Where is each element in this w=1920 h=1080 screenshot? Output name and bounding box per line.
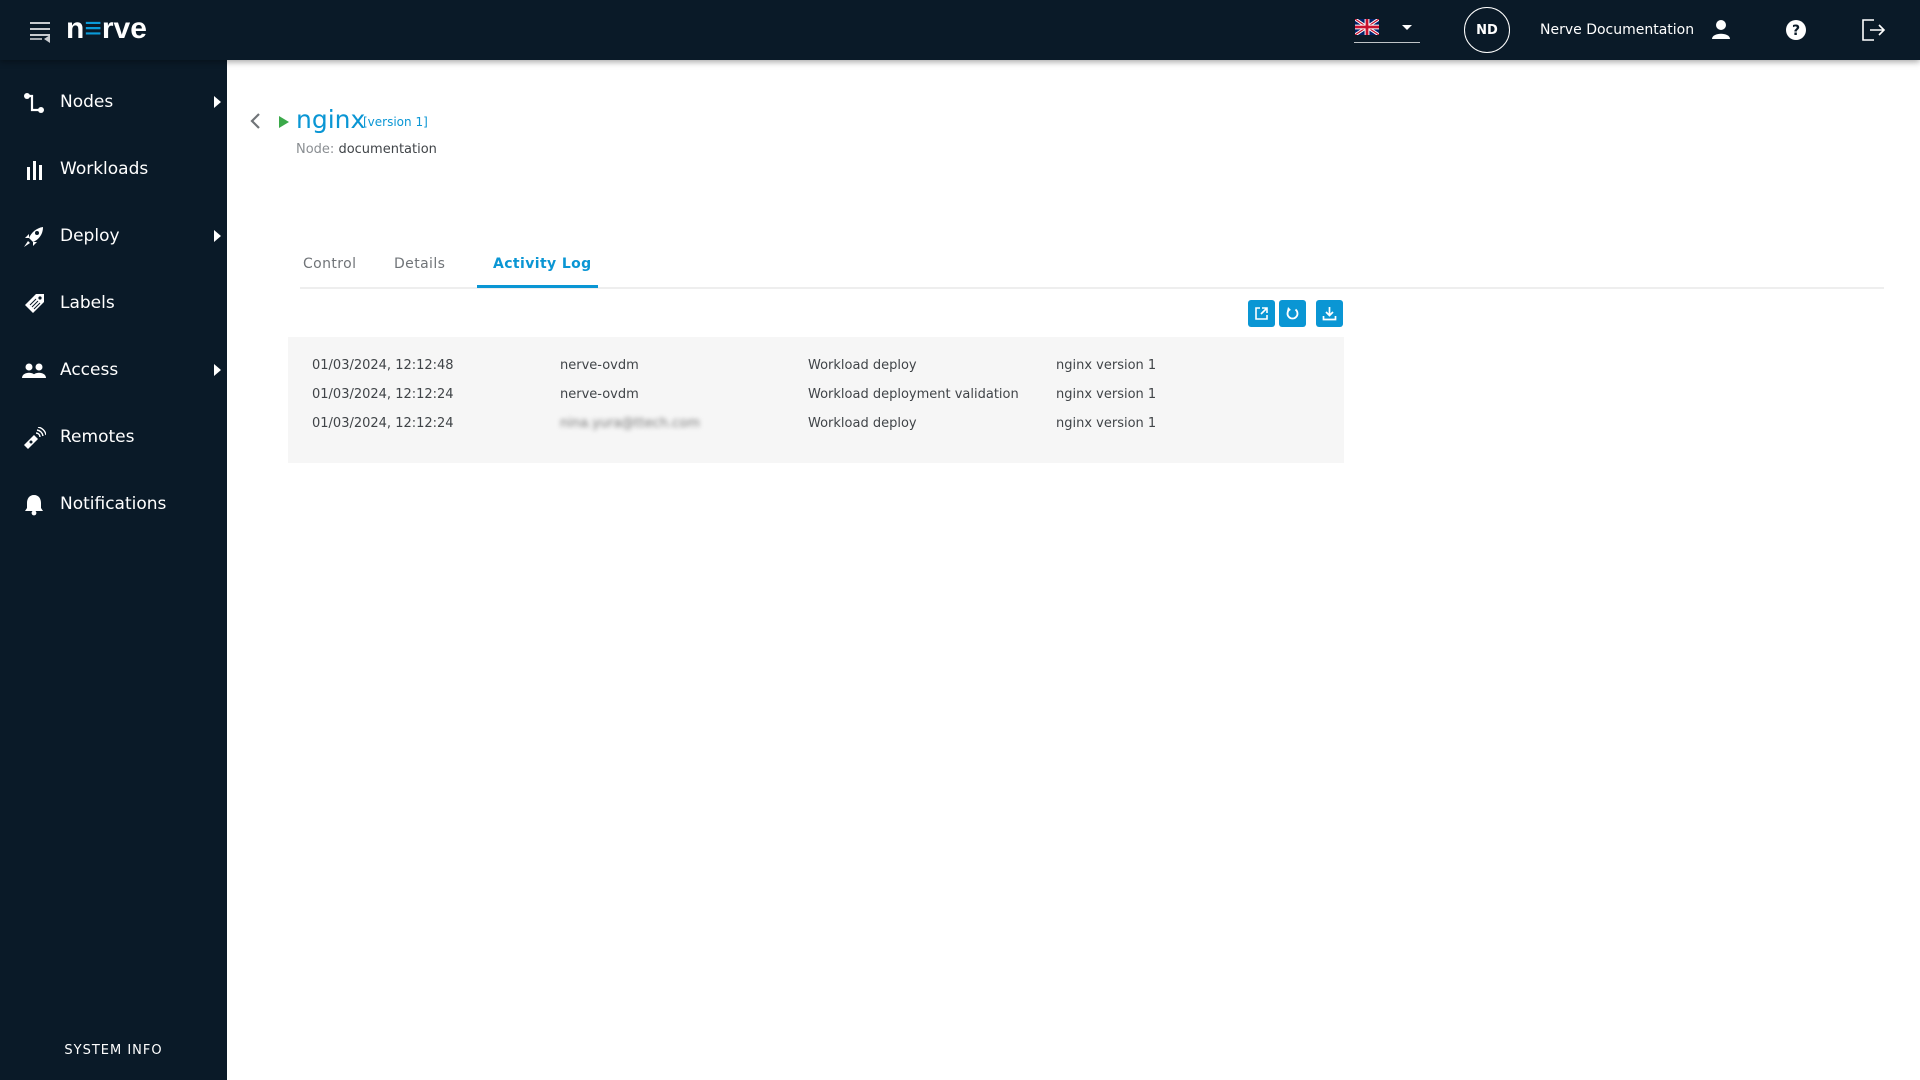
- sidebar-item-label: Labels: [60, 293, 115, 313]
- open-external-button[interactable]: [1248, 300, 1275, 327]
- sidebar-item-notifications[interactable]: Notifications: [0, 484, 227, 524]
- target-cell: nginx version 1: [1056, 358, 1157, 373]
- refresh-icon: [1286, 307, 1299, 320]
- tab-bar: Control Details Activity Log: [287, 60, 1884, 289]
- chevron-left-icon: [250, 113, 260, 129]
- chevron-right-icon: [214, 230, 221, 242]
- sidebar-item-deploy[interactable]: Deploy: [0, 216, 227, 256]
- user-cell: nerve-ovdm: [560, 387, 639, 402]
- chevron-right-icon: [214, 364, 221, 376]
- menu-collapse-icon[interactable]: [30, 20, 52, 43]
- users-icon: [22, 363, 46, 378]
- nodes-icon: [24, 93, 44, 113]
- bell-icon: [25, 495, 43, 516]
- active-tab-indicator: [477, 285, 598, 288]
- open-external-icon: [1255, 307, 1268, 320]
- action-cell: Workload deployment validation: [808, 387, 1019, 402]
- main-content: nginx [version 1] Node: documentation Co…: [227, 60, 1920, 1080]
- refresh-button[interactable]: [1279, 300, 1306, 327]
- workloads-icon: [27, 161, 42, 180]
- tag-icon: [25, 294, 44, 313]
- timestamp-cell: 01/03/2024, 12:12:24: [312, 387, 454, 402]
- user-cell: nina.yura@ttech.com: [560, 416, 700, 431]
- top-bar: n≡rve ND Nerve Documentation ?: [0, 0, 1920, 60]
- back-button[interactable]: [247, 110, 265, 132]
- user-cell: nerve-ovdm: [560, 358, 639, 373]
- table-row: 01/03/2024, 12:12:24 nerve-ovdm Workload…: [288, 384, 1344, 406]
- sidebar-item-label: Notifications: [60, 494, 167, 514]
- sidebar-item-labels[interactable]: Labels: [0, 283, 227, 323]
- sidebar-item-label: Remotes: [60, 427, 135, 447]
- action-cell: Workload deploy: [808, 416, 917, 431]
- tab-control[interactable]: Control: [303, 188, 393, 288]
- sidebar-item-remotes[interactable]: Remotes: [0, 417, 227, 457]
- tab-details[interactable]: Details: [394, 188, 464, 288]
- download-button[interactable]: [1316, 300, 1343, 327]
- language-selector[interactable]: [1354, 16, 1420, 43]
- table-row: 01/03/2024, 12:12:48 nerve-ovdm Workload…: [288, 355, 1344, 377]
- help-icon[interactable]: ?: [1783, 17, 1809, 43]
- timestamp-cell: 01/03/2024, 12:12:48: [312, 358, 454, 373]
- sidebar: Nodes Workloads Deploy Labels Access Rem…: [0, 60, 227, 1080]
- chevron-down-icon: [1402, 25, 1412, 30]
- sidebar-item-label: Deploy: [60, 226, 120, 246]
- sidebar-item-label: Access: [60, 360, 119, 380]
- target-cell: nginx version 1: [1056, 416, 1157, 431]
- nerve-logo[interactable]: n≡rve: [66, 10, 147, 48]
- user-name: Nerve Documentation: [1540, 22, 1695, 38]
- timestamp-cell: 01/03/2024, 12:12:24: [312, 416, 454, 431]
- svg-text:?: ?: [1792, 23, 1800, 39]
- action-cell: Workload deploy: [808, 358, 917, 373]
- sidebar-item-nodes[interactable]: Nodes: [0, 82, 227, 122]
- rocket-icon: [24, 227, 43, 247]
- activity-log-table: 01/03/2024, 12:12:48 nerve-ovdm Workload…: [288, 337, 1344, 463]
- uk-flag-icon: [1355, 19, 1379, 35]
- tab-activity-log[interactable]: Activity Log: [477, 188, 598, 288]
- sidebar-item-label: Nodes: [60, 92, 114, 112]
- avatar[interactable]: ND: [1464, 7, 1510, 53]
- sidebar-item-workloads[interactable]: Workloads: [0, 149, 227, 189]
- remote-icon: [24, 427, 46, 449]
- sidebar-item-access[interactable]: Access: [0, 350, 227, 390]
- target-cell: nginx version 1: [1056, 387, 1157, 402]
- sidebar-item-label: Workloads: [60, 159, 149, 179]
- chevron-right-icon: [214, 96, 221, 108]
- download-icon: [1322, 307, 1337, 321]
- logout-icon[interactable]: [1860, 17, 1886, 43]
- table-row: 01/03/2024, 12:12:24 nina.yura@ttech.com…: [288, 413, 1344, 435]
- system-info-link[interactable]: SYSTEM INFO: [0, 1043, 227, 1058]
- user-icon[interactable]: [1708, 17, 1734, 43]
